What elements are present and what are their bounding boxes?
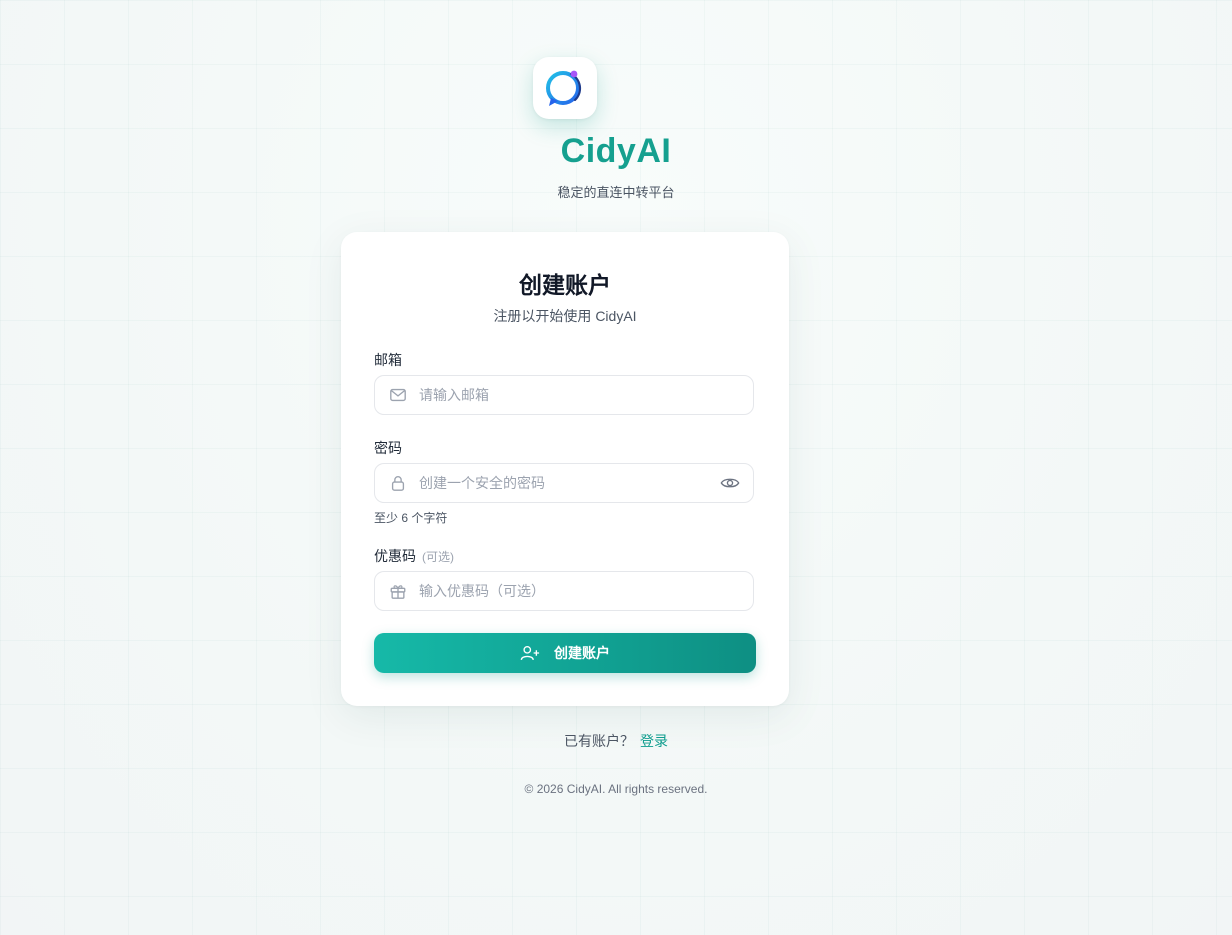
chat-logo-icon bbox=[546, 70, 582, 106]
card-subtitle: 注册以开始使用 CidyAI bbox=[493, 308, 637, 324]
brand-logo bbox=[533, 57, 597, 119]
password-hint: 至少 6 个字符 bbox=[374, 511, 448, 525]
create-account-label: 创建账户 bbox=[554, 645, 610, 661]
coupon-input[interactable] bbox=[419, 572, 709, 610]
coupon-label-text: 优惠码 bbox=[374, 548, 416, 564]
email-label: 邮箱 bbox=[374, 352, 402, 368]
email-field[interactable] bbox=[374, 375, 754, 415]
password-input[interactable] bbox=[419, 464, 709, 502]
email-input[interactable] bbox=[419, 376, 709, 414]
eye-icon[interactable] bbox=[720, 474, 740, 492]
create-account-button[interactable]: 创建账户 bbox=[374, 633, 756, 673]
coupon-optional-tag: (可选) bbox=[422, 550, 454, 564]
login-link[interactable]: 登录 bbox=[640, 733, 668, 749]
brand-tagline: 稳定的直连中转平台 bbox=[557, 185, 675, 200]
coupon-field[interactable] bbox=[374, 571, 754, 611]
gift-icon bbox=[390, 585, 406, 599]
login-prompt-text: 已有账户？ bbox=[564, 733, 634, 749]
password-field[interactable] bbox=[374, 463, 754, 503]
card-title: 创建账户 bbox=[519, 272, 611, 298]
footer-copyright: © 2026 CidyAI. All rights reserved. bbox=[524, 782, 708, 796]
password-label: 密码 bbox=[374, 440, 402, 456]
coupon-label: 优惠码 (可选) bbox=[374, 546, 454, 566]
mail-icon bbox=[390, 388, 406, 402]
lock-icon bbox=[391, 476, 405, 491]
signup-card: 创建账户 注册以开始使用 CidyAI 邮箱 密码 至少 6 个字符 bbox=[341, 232, 789, 706]
user-plus-icon bbox=[520, 645, 540, 661]
brand-name: CidyAI bbox=[560, 132, 672, 170]
login-prompt: 已有账户？ 登录 bbox=[0, 731, 1232, 751]
signup-page: CidyAI 稳定的直连中转平台 创建账户 注册以开始使用 CidyAI 邮箱 … bbox=[0, 0, 1232, 935]
